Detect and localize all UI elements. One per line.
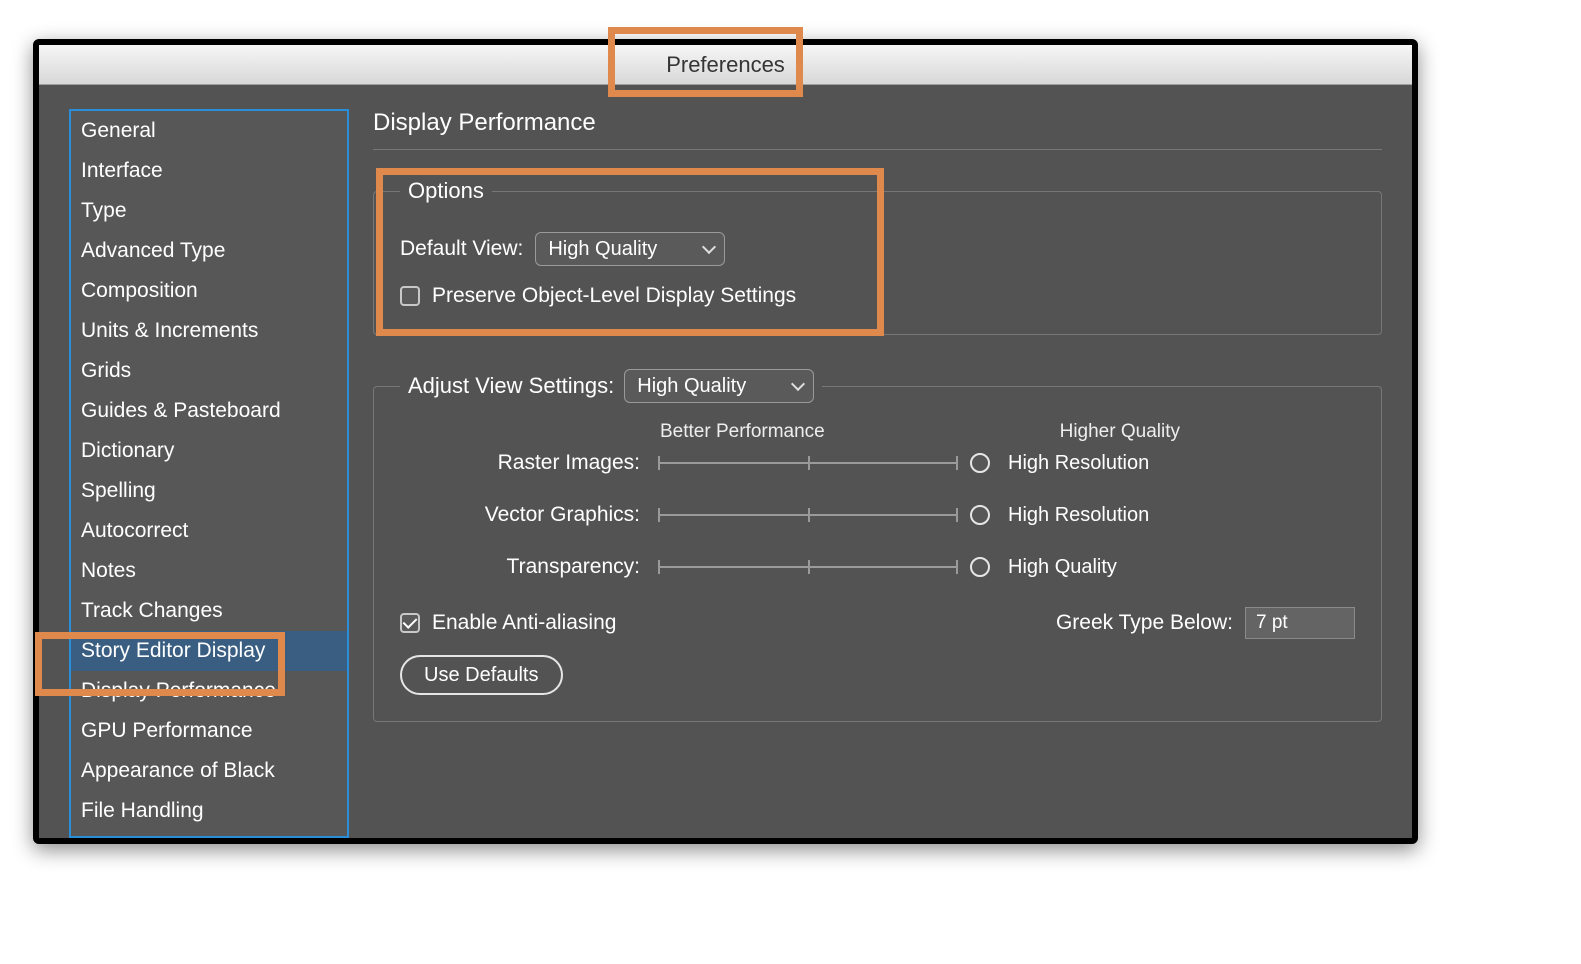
default-view-value: High Quality: [548, 238, 657, 261]
slider-thumb-icon[interactable]: [970, 453, 990, 473]
sidebar-item[interactable]: Track Changes: [71, 591, 347, 631]
quality-slider-row: Vector Graphics: High Resolution: [400, 503, 1355, 527]
anti-aliasing-label: Enable Anti-aliasing: [432, 611, 616, 635]
use-defaults-button[interactable]: Use Defaults: [400, 655, 563, 695]
sidebar-item[interactable]: Composition: [71, 271, 347, 311]
default-view-select[interactable]: High Quality: [535, 232, 725, 266]
sidebar-item[interactable]: Grids: [71, 351, 347, 391]
preferences-sidebar: GeneralInterfaceTypeAdvanced TypeComposi…: [69, 109, 349, 838]
sidebar-item[interactable]: General: [71, 111, 347, 151]
slider-label: Raster Images:: [400, 451, 640, 475]
page-title: Display Performance: [373, 109, 1382, 150]
sidebar-item[interactable]: Spelling: [71, 471, 347, 511]
sidebar-item[interactable]: Advanced Type: [71, 231, 347, 271]
axis-left-label: Better Performance: [660, 421, 825, 443]
quality-slider-row: Raster Images: High Resolution: [400, 451, 1355, 475]
slider-thumb-icon[interactable]: [970, 505, 990, 525]
slider-axis-labels: Better Performance Higher Quality: [660, 421, 1180, 443]
greek-type-input[interactable]: [1245, 607, 1355, 639]
slider-value-label: High Resolution: [1008, 504, 1168, 527]
sidebar-item[interactable]: File Handling: [71, 791, 347, 831]
chevron-down-icon: [702, 240, 716, 254]
preserve-settings-label: Preserve Object-Level Display Settings: [432, 284, 796, 308]
slider-thumb-icon[interactable]: [970, 557, 990, 577]
window-title: Preferences: [666, 52, 785, 78]
preserve-settings-checkbox[interactable]: [400, 286, 420, 306]
sidebar-item[interactable]: Appearance of Black: [71, 751, 347, 791]
sidebar-item[interactable]: Guides & Pasteboard: [71, 391, 347, 431]
options-legend: Options: [400, 178, 492, 204]
main-panel: Display Performance Options Default View…: [373, 109, 1382, 838]
adjust-view-value: High Quality: [637, 375, 746, 398]
quality-slider[interactable]: [658, 462, 958, 464]
quality-slider[interactable]: [658, 566, 958, 568]
slider-value-label: High Quality: [1008, 556, 1168, 579]
adjust-view-group: Adjust View Settings: High Quality Bette…: [373, 369, 1382, 722]
axis-right-label: Higher Quality: [1060, 421, 1180, 443]
sidebar-item[interactable]: Dictionary: [71, 431, 347, 471]
preferences-window: Preferences GeneralInterfaceTypeAdvanced…: [33, 39, 1418, 844]
sidebar-item[interactable]: Display Performance: [71, 671, 347, 711]
sidebar-item[interactable]: Type: [71, 191, 347, 231]
default-view-label: Default View:: [400, 237, 523, 261]
sidebar-item[interactable]: Notes: [71, 551, 347, 591]
greek-type-label: Greek Type Below:: [1056, 611, 1233, 635]
quality-slider[interactable]: [658, 514, 958, 516]
window-titlebar: Preferences: [39, 45, 1412, 85]
sidebar-item[interactable]: Interface: [71, 151, 347, 191]
options-group: Options Default View: High Quality Prese…: [373, 178, 1382, 335]
slider-label: Vector Graphics:: [400, 503, 640, 527]
use-defaults-label: Use Defaults: [424, 664, 539, 687]
chevron-down-icon: [791, 377, 805, 391]
sidebar-item[interactable]: Story Editor Display: [71, 631, 347, 671]
slider-label: Transparency:: [400, 555, 640, 579]
sidebar-item[interactable]: Autocorrect: [71, 511, 347, 551]
slider-value-label: High Resolution: [1008, 452, 1168, 475]
sidebar-item[interactable]: Units & Increments: [71, 311, 347, 351]
anti-aliasing-checkbox[interactable]: [400, 613, 420, 633]
quality-slider-row: Transparency: High Quality: [400, 555, 1355, 579]
sidebar-item[interactable]: GPU Performance: [71, 711, 347, 751]
adjust-view-legend-label: Adjust View Settings:: [408, 373, 614, 399]
window-body: GeneralInterfaceTypeAdvanced TypeComposi…: [39, 85, 1412, 838]
adjust-view-select[interactable]: High Quality: [624, 369, 814, 403]
